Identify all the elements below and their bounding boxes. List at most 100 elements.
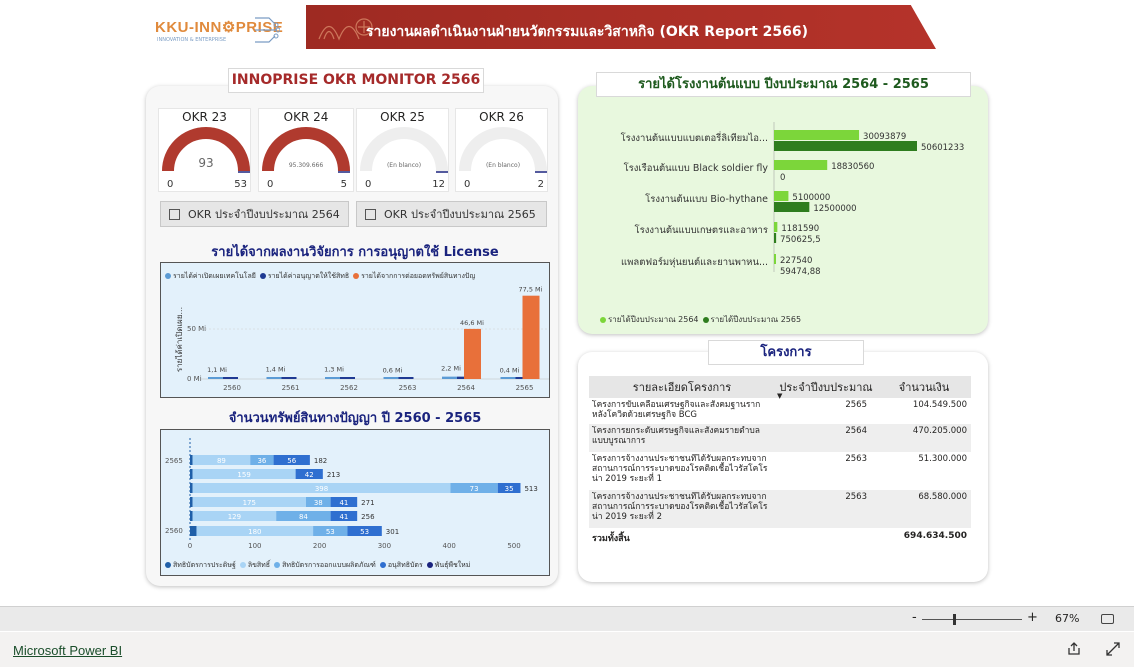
ip-legend: สิทธิบัตรการประดิษฐ์ ลิขสิทธิ์ สิทธิบัตรกา… xyxy=(165,560,474,571)
share-icon[interactable] xyxy=(1067,642,1081,656)
segment-label: 42 xyxy=(305,471,314,479)
gauge-card: OKR 23 93 0 53 xyxy=(158,108,251,192)
legend-dot xyxy=(165,562,171,568)
header-banner: รายงานผลดำเนินงานฝ่ายนวัตกรรมและวิสาหกิจ… xyxy=(306,5,936,49)
data-label: 750625,5 xyxy=(780,235,821,245)
zoom-slider-thumb[interactable] xyxy=(953,614,956,625)
segment-label: 38 xyxy=(314,499,323,507)
gauge-value: 93 xyxy=(198,156,213,170)
projects-table: รายละเอียดโครงการ ประจำปีงบประมาณ จำนวนเ… xyxy=(589,376,971,545)
bar-segment[interactable] xyxy=(190,497,193,507)
legend-item[interactable]: พันธุ์พืชใหม่ xyxy=(426,561,470,569)
legend-label: ลิขสิทธิ์ xyxy=(247,561,271,569)
bar[interactable] xyxy=(774,160,828,170)
legend-item[interactable]: ลิขสิทธิ์ xyxy=(239,561,271,569)
project-name: โครงการขับเคลื่อนเศรษฐกิจและสังคมฐานรากห… xyxy=(592,400,761,420)
fullscreen-icon[interactable] xyxy=(1106,642,1120,656)
bar-segment[interactable] xyxy=(190,511,193,521)
zoom-slider-track[interactable] xyxy=(922,619,1022,620)
table-row[interactable]: โครงการจ้างงานประชาชนที่ได้รับผลกระทบจาก… xyxy=(589,490,971,528)
ip-chart: 2565 2560 0 100 200 300 400 500 89 36 56 182 159 42… xyxy=(160,429,550,576)
category-label: โรงงานต้นแบบแบตเตอรี่ลิเทียมไอ... xyxy=(621,131,768,144)
bar-segment[interactable] xyxy=(190,483,193,493)
legend-dot xyxy=(702,316,709,323)
bar[interactable] xyxy=(522,295,540,379)
data-label: 59474,88 xyxy=(780,267,821,277)
project-amount: 104.549.500 xyxy=(912,400,967,410)
x-tick-label: 500 xyxy=(507,542,520,550)
legend-label: รายได้ปีงบประมาณ 2565 xyxy=(710,315,802,324)
bar[interactable] xyxy=(774,202,810,212)
x-tick-label: 2562 xyxy=(340,384,358,392)
bar[interactable] xyxy=(442,376,457,379)
x-tick-label: 300 xyxy=(378,542,391,550)
gauge-min: 0 xyxy=(167,179,173,190)
legend-dot xyxy=(239,562,246,568)
col-header-detail[interactable]: รายละเอียดโครงการ xyxy=(589,378,775,396)
bar[interactable] xyxy=(774,130,860,140)
bar[interactable] xyxy=(774,141,917,151)
fit-to-page-icon[interactable] xyxy=(1101,614,1114,624)
legend-item[interactable]: อนุสิทธิบัตร xyxy=(379,561,423,569)
data-label: 1,1 Mi xyxy=(207,366,227,374)
segment-label: 180 xyxy=(248,528,261,536)
bar[interactable] xyxy=(208,377,223,379)
zoom-in-button[interactable]: + xyxy=(1027,610,1038,625)
legend-label: อนุสิทธิบัตร xyxy=(387,561,423,569)
legend-item[interactable]: สิทธิบัตรการออกแบบผลิตภัณฑ์ xyxy=(274,561,376,569)
powerbi-link[interactable]: Microsoft Power BI xyxy=(13,643,122,658)
segment-label: 53 xyxy=(326,528,335,536)
bar[interactable] xyxy=(383,377,399,379)
data-label: 5100000 xyxy=(792,193,830,203)
legend-item[interactable]: รายได้ปีงบประมาณ 2565 xyxy=(702,315,802,324)
project-name: โครงการจ้างงานประชาชนที่ได้รับผลกระทบจาก… xyxy=(592,492,768,522)
project-amount: 68.580.000 xyxy=(918,492,967,502)
bar[interactable] xyxy=(281,377,297,379)
bar[interactable] xyxy=(266,377,282,379)
bar[interactable] xyxy=(774,254,776,264)
gauge-arc: (En blanco) 0 12 xyxy=(360,127,448,190)
data-label: 46,6 Mi xyxy=(460,319,484,327)
bar[interactable] xyxy=(774,191,789,201)
external-link-icon xyxy=(365,208,376,220)
okr-2564-button-label: OKR ประจำปีงบประมาณ 2564 xyxy=(188,208,340,221)
table-row[interactable]: โครงการจ้างงานประชาชนที่ได้รับผลกระทบจาก… xyxy=(589,452,971,490)
data-label: 0 xyxy=(780,173,785,183)
bar[interactable] xyxy=(325,377,340,379)
row-total: 256 xyxy=(361,513,375,521)
bar-segment[interactable] xyxy=(190,526,197,536)
data-label: 227540 xyxy=(780,256,812,266)
bar[interactable] xyxy=(774,222,778,232)
table-row[interactable]: โครงการยกระดับเศรษฐกิจและสังคมรายตำบลแบบ… xyxy=(589,424,971,452)
legend-dot xyxy=(379,562,386,568)
bar[interactable] xyxy=(500,377,516,379)
legend-item[interactable]: รายได้ปีงบประมาณ 2564 xyxy=(600,315,699,324)
x-tick-label: 0 xyxy=(188,542,192,550)
segment-label: 53 xyxy=(360,528,369,536)
legend-label: สิทธิบัตรการประดิษฐ์ xyxy=(173,561,236,569)
bar[interactable] xyxy=(340,377,355,379)
table-row[interactable]: โครงการขับเคลื่อนเศรษฐกิจและสังคมฐานรากห… xyxy=(589,398,971,424)
gauge-value: (En blanco) xyxy=(486,162,520,169)
bar[interactable] xyxy=(774,233,777,243)
zoom-out-button[interactable]: - xyxy=(912,610,917,625)
segment-label: 36 xyxy=(257,457,266,465)
bar-segment[interactable] xyxy=(190,455,193,465)
row-total: 213 xyxy=(327,471,340,479)
x-tick-label: 200 xyxy=(313,542,326,550)
bar[interactable] xyxy=(464,328,481,379)
col-header-year[interactable]: ประจำปีงบประมาณ xyxy=(775,378,877,396)
x-tick-label: 2561 xyxy=(282,384,300,392)
bar-segment[interactable] xyxy=(190,469,193,479)
segment-label: 73 xyxy=(470,485,479,493)
legend-item[interactable]: สิทธิบัตรการประดิษฐ์ xyxy=(165,561,236,569)
gauge-max: 2 xyxy=(538,179,544,190)
okr-2565-button[interactable]: OKR ประจำปีงบประมาณ 2565 xyxy=(356,201,547,227)
project-year: 2563 xyxy=(845,454,867,464)
gauge-arc: 93 0 53 xyxy=(162,127,250,190)
okr-2564-button[interactable]: OKR ประจำปีงบประมาณ 2564 xyxy=(160,201,349,227)
bar[interactable] xyxy=(223,377,238,379)
category-label: โรงงานต้นแบบเกษตรและอาหาร xyxy=(635,224,768,236)
col-header-amount[interactable]: จำนวนเงิน xyxy=(877,378,971,396)
bar[interactable] xyxy=(398,377,414,379)
